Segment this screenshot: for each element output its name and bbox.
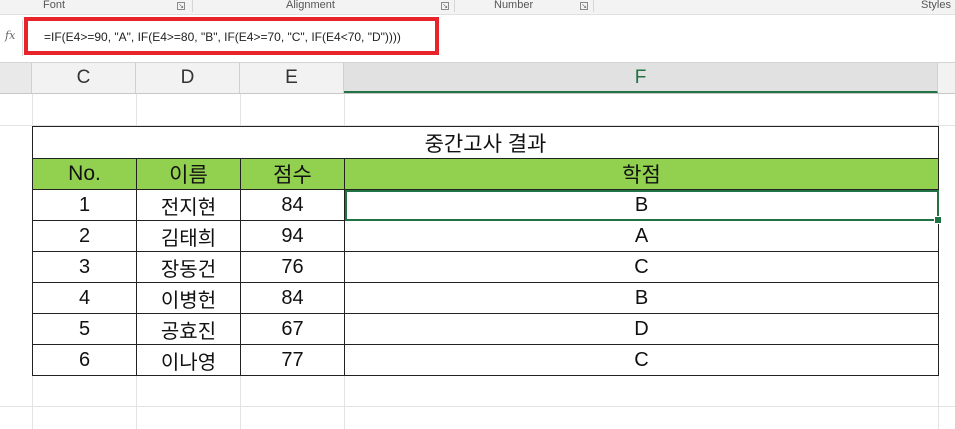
header-cell-no[interactable]: No. <box>32 158 137 190</box>
cell-name[interactable]: 장동건 <box>136 251 241 283</box>
cell-score[interactable]: 76 <box>240 251 345 283</box>
cell-grade[interactable]: C <box>344 251 939 283</box>
alignment-dialog-launcher-icon[interactable]: ↘ <box>441 2 449 10</box>
header-cell-name[interactable]: 이름 <box>136 158 241 190</box>
cell-name[interactable]: 이병헌 <box>136 282 241 314</box>
number-dialog-launcher-icon[interactable]: ↘ <box>580 2 588 10</box>
column-header-c[interactable]: C <box>32 63 136 93</box>
insert-function-icon[interactable]: fx <box>5 29 15 42</box>
cell-score[interactable]: 77 <box>240 344 345 376</box>
cell-grade[interactable]: A <box>344 220 939 252</box>
cell-no[interactable]: 5 <box>32 313 137 345</box>
ribbon-group-font[interactable]: Font <box>43 0 65 11</box>
cell-score[interactable]: 94 <box>240 220 345 252</box>
cell-score[interactable]: 84 <box>240 189 345 221</box>
cell-name[interactable]: 김태희 <box>136 220 241 252</box>
ribbon-group-number[interactable]: Number <box>494 0 533 11</box>
cell-no[interactable]: 2 <box>32 220 137 252</box>
cell-name[interactable]: 이나영 <box>136 344 241 376</box>
cell-grade[interactable]: B <box>344 282 939 314</box>
column-header-f[interactable]: F <box>344 63 938 93</box>
cell-no[interactable]: 1 <box>32 189 137 221</box>
table-title[interactable]: 중간고사 결과 <box>32 126 939 159</box>
table-row: 6 이나영 77 C <box>32 344 939 376</box>
table-row: 2 김태희 94 A <box>32 220 939 252</box>
table-row: 1 전지현 84 B <box>32 189 942 224</box>
cell-no[interactable]: 6 <box>32 344 137 376</box>
column-header-e[interactable]: E <box>240 63 344 93</box>
table-row: 5 공효진 67 D <box>32 313 939 345</box>
table-row: 3 장동건 76 C <box>32 251 939 283</box>
table-row: 4 이병헌 84 B <box>32 282 939 314</box>
cell-no[interactable]: 4 <box>32 282 137 314</box>
ribbon-group-alignment[interactable]: Alignment <box>286 0 335 11</box>
font-dialog-launcher-icon[interactable]: ↘ <box>177 2 185 10</box>
header-cell-grade[interactable]: 학점 <box>344 158 939 190</box>
cell-grade-value: B <box>634 193 649 216</box>
cell-score[interactable]: 67 <box>240 313 345 345</box>
select-all-corner[interactable] <box>0 63 32 93</box>
column-header-row: C D E F <box>0 63 955 94</box>
cell-grade-active[interactable]: B <box>344 189 942 224</box>
ribbon-separator <box>192 0 193 12</box>
formula-input[interactable]: =IF(E4>=90, "A", IF(E4>=80, "B", IF(E4>=… <box>44 30 401 44</box>
gridline <box>0 406 955 407</box>
cell-grade[interactable]: D <box>344 313 939 345</box>
column-header-d[interactable]: D <box>136 63 240 93</box>
formula-bar-separator <box>22 20 23 56</box>
formula-input-highlight[interactable]: =IF(E4>=90, "A", IF(E4>=80, "B", IF(E4>=… <box>24 17 439 55</box>
fill-handle[interactable] <box>934 216 942 224</box>
ribbon-separator <box>454 0 455 12</box>
cell-score[interactable]: 84 <box>240 282 345 314</box>
column-header-g[interactable] <box>938 63 955 93</box>
cell-no[interactable]: 3 <box>32 251 137 283</box>
formula-bar: fx =IF(E4>=90, "A", IF(E4>=80, "B", IF(E… <box>0 15 955 63</box>
cell-name[interactable]: 전지현 <box>136 189 241 221</box>
header-cell-score[interactable]: 점수 <box>240 158 345 190</box>
ribbon-group-bar: Font ↘ Alignment ↘ Number ↘ Styles <box>0 0 955 15</box>
ribbon-separator <box>593 0 594 12</box>
cell-grade[interactable]: C <box>344 344 939 376</box>
cell-name[interactable]: 공효진 <box>136 313 241 345</box>
grade-table: 중간고사 결과 No. 이름 점수 학점 1 전지현 84 B 2 김태희 94… <box>32 126 942 376</box>
ribbon-group-styles[interactable]: Styles <box>921 0 951 11</box>
